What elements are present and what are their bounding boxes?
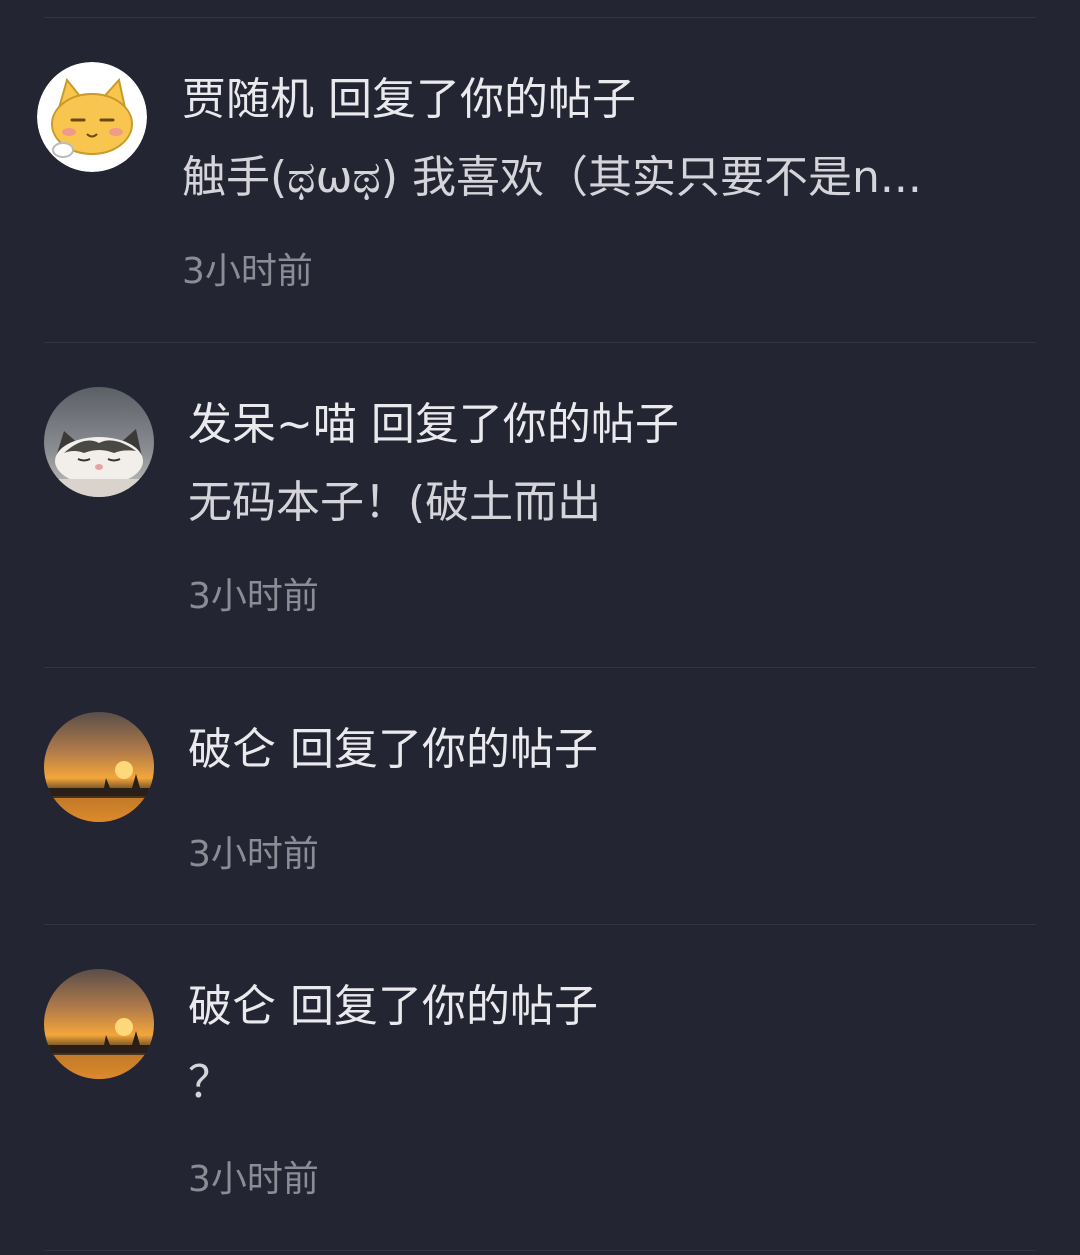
- user-name[interactable]: 贾随机: [182, 74, 314, 125]
- timestamp: 3小时前: [188, 576, 319, 617]
- action-text: 回复了你的帖子: [290, 724, 598, 775]
- user-name[interactable]: 破仑: [188, 981, 276, 1032]
- timestamp: 3小时前: [182, 251, 313, 292]
- user-name[interactable]: 破仑: [188, 724, 276, 775]
- action-text: 回复了你的帖子: [290, 981, 598, 1032]
- notification-title: 贾随机 回复了你的帖子: [182, 72, 636, 128]
- reply-content: 触手(ಥωಥ) 我喜欢（其实只要不是n...: [182, 152, 922, 203]
- timestamp: 3小时前: [188, 834, 319, 875]
- sunset-photo-avatar[interactable]: [44, 969, 154, 1079]
- divider: [44, 1250, 1036, 1251]
- notification-item[interactable]: 破仑 回复了你的帖子 3小时前: [0, 668, 1080, 924]
- action-text: 回复了你的帖子: [328, 74, 636, 125]
- notification-item[interactable]: 破仑 回复了你的帖子 ？ 3小时前: [0, 925, 1080, 1249]
- notification-title: 破仑 回复了你的帖子: [188, 722, 598, 778]
- reply-content: 无码本子！(破土而出: [188, 477, 602, 528]
- sunset-photo-avatar[interactable]: [44, 712, 154, 822]
- notification-title: 破仑 回复了你的帖子: [188, 979, 598, 1035]
- notification-item[interactable]: 发呆~喵 回复了你的帖子 无码本子！(破土而出 3小时前: [0, 343, 1080, 667]
- notification-item[interactable]: 贾随机 回复了你的帖子 触手(ಥωಥ) 我喜欢（其实只要不是n... 3小时前: [0, 18, 1080, 342]
- sleeping-cat-photo-avatar[interactable]: [44, 387, 154, 497]
- yellow-cat-avatar[interactable]: [37, 62, 147, 172]
- user-name[interactable]: 发呆~喵: [188, 399, 357, 450]
- timestamp: 3小时前: [188, 1159, 319, 1200]
- reply-content: ？: [188, 1057, 232, 1108]
- action-text: 回复了你的帖子: [370, 399, 679, 450]
- notification-title: 发呆~喵 回复了你的帖子: [188, 397, 679, 453]
